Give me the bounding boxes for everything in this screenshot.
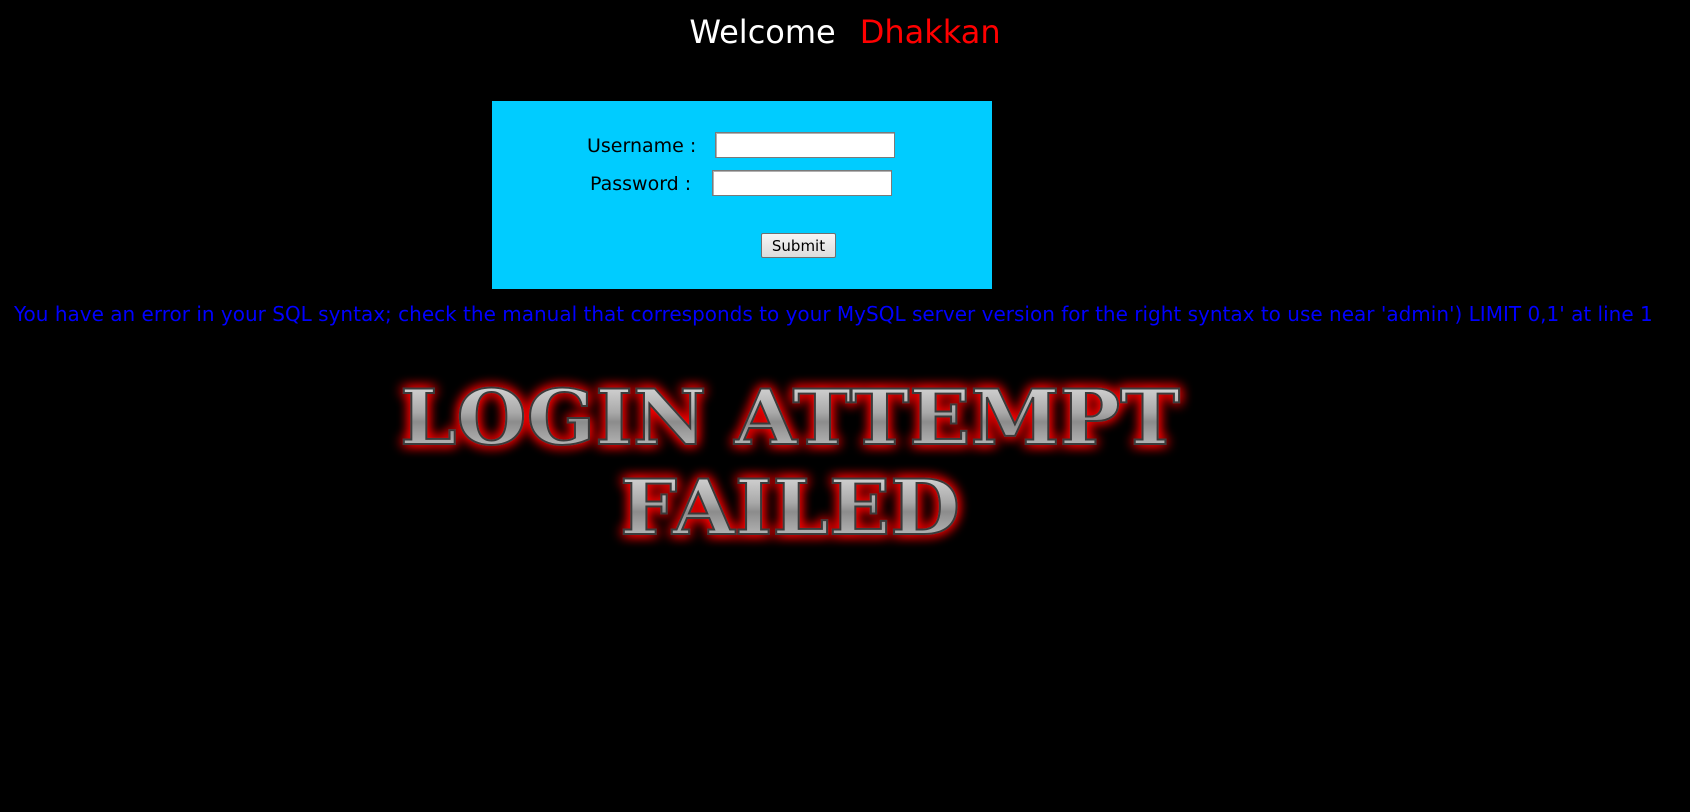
login-failed-image: LOGIN ATTEMPT FAILED [399,372,1181,552]
user-name: Dhakkan [859,13,1001,51]
password-label: Password : [590,173,692,195]
password-input[interactable] [712,170,892,196]
banner-line-2: FAILED [620,463,960,552]
username-label: Username : [587,135,697,157]
username-input[interactable] [715,132,895,158]
login-failed-banner: LOGIN ATTEMPT FAILED [380,372,1200,552]
welcome-heading: Welcome Dhakkan [0,12,1690,52]
banner-line-1: LOGIN ATTEMPT [400,373,1180,462]
welcome-word: Welcome [689,13,836,51]
sql-error-message: You have an error in your SQL syntax; ch… [14,302,1653,326]
login-form: Username : Password : Submit [492,101,992,289]
page: Welcome Dhakkan Username : Password : Sub… [0,0,1690,812]
submit-button[interactable]: Submit [761,233,836,258]
